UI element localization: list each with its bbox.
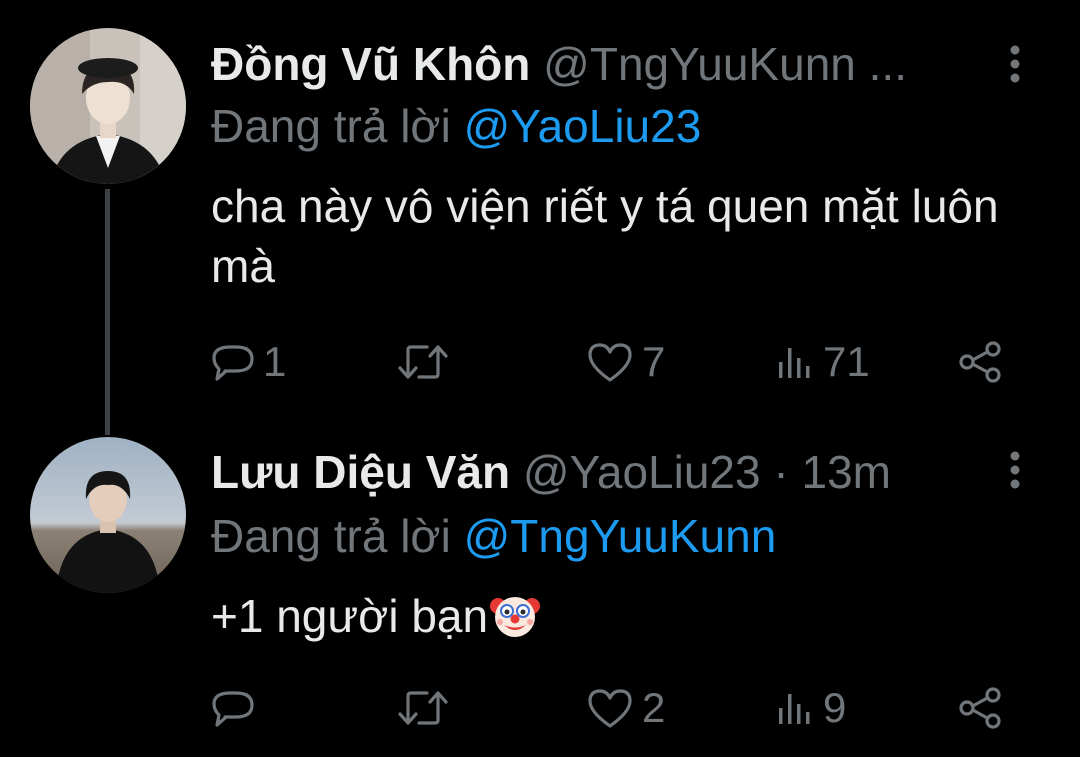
display-name[interactable]: Đồng Vũ Khôn <box>211 38 530 90</box>
retweet-button[interactable] <box>397 332 457 392</box>
username-handle[interactable]: @TngYuuKunn ... <box>543 38 907 90</box>
reply-icon <box>212 345 254 381</box>
clown-face-emoji <box>490 597 541 637</box>
more-vertical-icon[interactable] <box>1000 44 1030 84</box>
tweet-text: +1 người bạn <box>211 590 489 642</box>
username-handle[interactable]: @YaoLiu23 <box>523 446 761 498</box>
views-button[interactable]: 71 <box>775 332 870 392</box>
reply-icon <box>212 691 254 727</box>
timestamp[interactable]: 13m <box>801 446 890 498</box>
view-count: 71 <box>823 338 870 385</box>
like-count: 2 <box>642 684 666 731</box>
share-icon <box>959 687 1001 729</box>
replying-label: Đang trả lời <box>211 100 451 152</box>
replying-to: Đang trả lời @TngYuuKunn <box>211 507 776 565</box>
share-icon <box>959 341 1001 383</box>
retweet-button[interactable] <box>397 678 457 738</box>
thread-connector-line <box>105 189 110 435</box>
like-button[interactable]: 2 <box>586 678 665 738</box>
heart-icon <box>588 689 632 728</box>
reply-button[interactable]: 1 <box>211 332 286 392</box>
replying-to-mention[interactable]: @YaoLiu23 <box>464 100 702 152</box>
heart-icon <box>588 343 632 382</box>
tweet-text-container: +1 người bạn <box>211 586 1041 646</box>
view-count: 9 <box>823 684 847 731</box>
tweet-text: cha này vô viện riết y tá quen mặt luôn … <box>211 180 999 292</box>
tweet-actions: 2 9 <box>211 678 1021 738</box>
views-button[interactable]: 9 <box>775 678 846 738</box>
avatar[interactable] <box>30 28 186 184</box>
reply-count: 1 <box>263 338 287 385</box>
share-button[interactable] <box>957 332 1003 392</box>
separator-dot: · <box>773 446 789 498</box>
retweet-icon <box>398 691 448 725</box>
tweet-header: Lưu Diệu Văn @YaoLiu23 · 13m <box>211 444 891 500</box>
views-icon <box>779 348 810 378</box>
avatar[interactable] <box>30 437 186 593</box>
tweet-header: Đồng Vũ Khôn @TngYuuKunn ... <box>211 36 907 92</box>
tweet-actions: 1 7 71 <box>211 332 1021 392</box>
replying-to-mention[interactable]: @TngYuuKunn <box>464 510 777 562</box>
tweet[interactable]: Đồng Vũ Khôn @TngYuuKunn ... Đang trả lờ… <box>0 0 1080 435</box>
retweet-icon <box>398 345 448 379</box>
tweet[interactable]: Lưu Diệu Văn @YaoLiu23 · 13m Đang trả lờ… <box>0 420 1080 757</box>
replying-to: Đang trả lời @YaoLiu23 <box>211 97 701 155</box>
share-button[interactable] <box>957 678 1003 738</box>
views-icon <box>779 694 810 724</box>
reply-button[interactable] <box>211 678 263 738</box>
more-vertical-icon[interactable] <box>1000 450 1030 490</box>
replying-label: Đang trả lời <box>211 510 451 562</box>
like-button[interactable]: 7 <box>586 332 665 392</box>
like-count: 7 <box>642 338 666 385</box>
display-name[interactable]: Lưu Diệu Văn <box>211 446 510 498</box>
